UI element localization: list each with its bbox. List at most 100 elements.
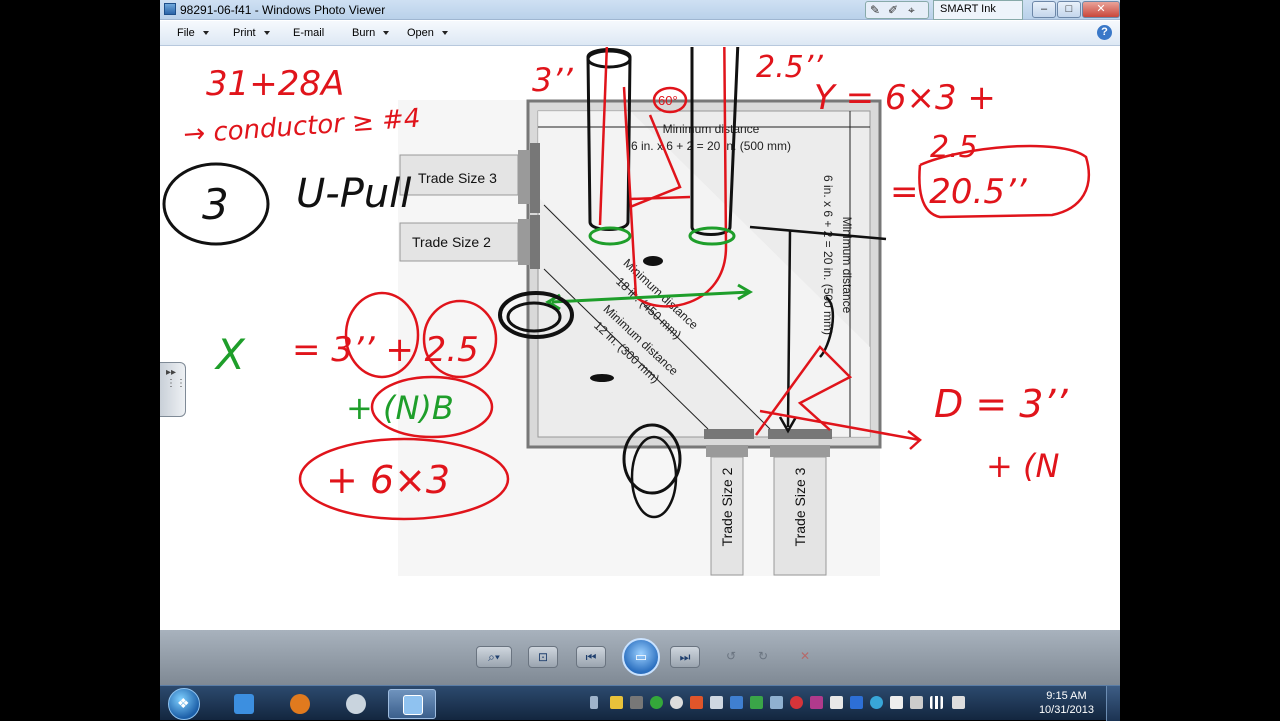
pointer-tool-icon[interactable]: ⌖ xyxy=(908,3,915,18)
wifi-signal-icon[interactable] xyxy=(930,696,943,709)
tray-refresh-icon[interactable] xyxy=(650,696,663,709)
tray-network-share-icon[interactable] xyxy=(710,696,723,709)
left-locknut-2 xyxy=(530,215,540,269)
menu-print[interactable]: Print xyxy=(233,27,270,39)
slideshow-button[interactable]: ▭ xyxy=(622,638,660,676)
ink-text-n: + (N xyxy=(986,447,1059,485)
label-trade-size-3-left: Trade Size 3 xyxy=(418,170,497,186)
zoom-button[interactable]: ⌕▾ xyxy=(476,646,512,668)
ink-conduit-left-top xyxy=(586,49,632,69)
notes-app-icon xyxy=(234,694,254,714)
tray-chat-icon[interactable] xyxy=(770,696,783,709)
chevron-down-icon xyxy=(263,31,270,36)
rotate-left-button[interactable]: ↺ xyxy=(716,646,746,668)
label-trade-size-2-bottom: Trade Size 2 xyxy=(719,467,735,546)
previous-icon: ⏮ xyxy=(585,650,597,664)
rotate-right-button[interactable]: ↻ xyxy=(748,646,778,668)
bluetooth-icon[interactable] xyxy=(850,696,863,709)
label-trade-size-2-left: Trade Size 2 xyxy=(412,234,491,250)
title-bar[interactable]: 98291-06-f41 - Windows Photo Viewer ✎ ✐ … xyxy=(160,0,1120,20)
clock-date: 10/31/2013 xyxy=(1038,704,1094,716)
photo-viewer-window: 98291-06-f41 - Windows Photo Viewer ✎ ✐ … xyxy=(160,0,1120,685)
ink-text-answer: = 20.5’’ xyxy=(890,172,1028,212)
tray-shield-icon[interactable] xyxy=(610,696,623,709)
taskbar-app-firefox[interactable] xyxy=(276,689,324,719)
label-top-distance-1: Minimum distance xyxy=(663,122,760,136)
image-canvas: Trade Size 3 Trade Size 2 Minimum distan… xyxy=(160,47,1120,630)
maximize-button[interactable]: □ xyxy=(1057,1,1081,18)
tray-cloud-icon[interactable] xyxy=(870,696,883,709)
ink-dot-2 xyxy=(590,374,614,382)
window-buttons: – □ ✕ xyxy=(1030,0,1120,20)
label-top-distance-2: 6 in. x 6 + 2 = 20 in. (500 mm) xyxy=(631,139,791,153)
ink-text-x-formula: = 3’’ + 2.5 xyxy=(292,330,479,370)
menu-email[interactable]: E-mail xyxy=(293,27,324,39)
menu-file-label: File xyxy=(177,27,195,39)
next-icon: ⏭ xyxy=(679,650,691,664)
tray-alert-icon[interactable] xyxy=(790,696,803,709)
menu-burn[interactable]: Burn xyxy=(352,27,390,39)
menu-open-label: Open xyxy=(407,27,434,39)
ink-black-scribble-bottom-2 xyxy=(630,435,678,519)
ink-text-y-formula: Y = 6×3 + xyxy=(814,78,996,118)
magnifier-icon: ⌕▾ xyxy=(488,650,500,664)
taskbar-app-paint[interactable] xyxy=(332,689,380,719)
volume-icon[interactable] xyxy=(952,696,965,709)
smart-ink-label[interactable]: SMART Ink xyxy=(933,0,1023,20)
bottom-locknut-3 xyxy=(768,429,832,439)
system-tray: 9:15 AM 10/31/2013 xyxy=(580,686,1120,721)
ink-tools-icon[interactable]: ✐ xyxy=(888,3,898,17)
left-fitting-3 xyxy=(518,150,530,204)
tray-sync-icon[interactable] xyxy=(730,696,743,709)
menu-file[interactable]: File xyxy=(177,27,209,39)
tray-media-icon[interactable] xyxy=(810,696,823,709)
chevron-down-icon xyxy=(383,31,390,36)
ink-dot-1 xyxy=(643,256,663,266)
figure-and-ink-overlay: Trade Size 3 Trade Size 2 Minimum distan… xyxy=(162,47,1091,576)
tray-smart-icon[interactable] xyxy=(750,696,763,709)
tray-office-icon[interactable] xyxy=(690,696,703,709)
bottom-fitting-2 xyxy=(706,445,748,457)
ink-text-upull: U-Pull xyxy=(296,171,411,217)
close-button[interactable]: ✕ xyxy=(1082,1,1120,18)
viewer-controls: ⌕▾ ⊡ ⏮ ▭ ⏭ ↺ ↻ ✕ xyxy=(160,630,1120,685)
photo-viewer-icon xyxy=(403,695,423,715)
tray-app-icon[interactable] xyxy=(630,696,643,709)
ink-text-conductor: → conductor ≥ #4 xyxy=(182,103,421,149)
tray-drive-icon[interactable] xyxy=(830,696,843,709)
label-trade-size-3-bottom: Trade Size 3 xyxy=(792,467,808,546)
ink-text-x: X xyxy=(214,330,246,379)
rotate-right-icon: ↻ xyxy=(757,649,769,663)
taskbar-app-photo-viewer[interactable] xyxy=(388,689,436,719)
left-locknut-3 xyxy=(530,143,540,213)
delete-icon: ✕ xyxy=(799,649,811,663)
next-button[interactable]: ⏭ xyxy=(670,646,700,668)
expand-arrows-icon: ▸▸ ⋮⋮ xyxy=(166,367,186,389)
ink-text-25: 2.5 xyxy=(930,130,978,165)
menu-print-label: Print xyxy=(233,27,256,39)
pen-tools-icon[interactable]: ✎ xyxy=(870,3,880,17)
screen: 98291-06-f41 - Windows Photo Viewer ✎ ✐ … xyxy=(0,0,1280,721)
tray-display-icon[interactable] xyxy=(910,696,923,709)
tray-expand-icon[interactable] xyxy=(590,696,598,709)
start-button[interactable]: ❖ xyxy=(168,688,200,720)
action-center-icon[interactable] xyxy=(890,696,903,709)
delete-button[interactable]: ✕ xyxy=(790,646,820,668)
firefox-icon xyxy=(290,694,310,714)
smart-ink-tools[interactable]: ✎ ✐ ⌖ xyxy=(865,1,929,19)
fit-window-button[interactable]: ⊡ xyxy=(528,646,558,668)
ink-text-3in: 3’’ xyxy=(532,61,574,99)
smart-side-tab[interactable]: ▸▸ ⋮⋮ xyxy=(160,362,186,417)
menu-email-label: E-mail xyxy=(293,27,325,39)
previous-button[interactable]: ⏮ xyxy=(576,646,606,668)
menu-open[interactable]: Open xyxy=(407,27,448,39)
menu-burn-label: Burn xyxy=(352,27,376,39)
minimize-button[interactable]: – xyxy=(1032,1,1056,18)
taskbar-clock[interactable]: 9:15 AM 10/31/2013 xyxy=(1039,689,1094,717)
left-fitting-2 xyxy=(518,219,530,265)
help-icon[interactable]: ? xyxy=(1097,25,1112,40)
show-desktop-button[interactable] xyxy=(1106,686,1120,721)
menu-bar: File Print E-mail Burn Open ? xyxy=(160,21,1120,46)
taskbar-app-notes[interactable] xyxy=(220,689,268,719)
tray-status-icon[interactable] xyxy=(670,696,683,709)
